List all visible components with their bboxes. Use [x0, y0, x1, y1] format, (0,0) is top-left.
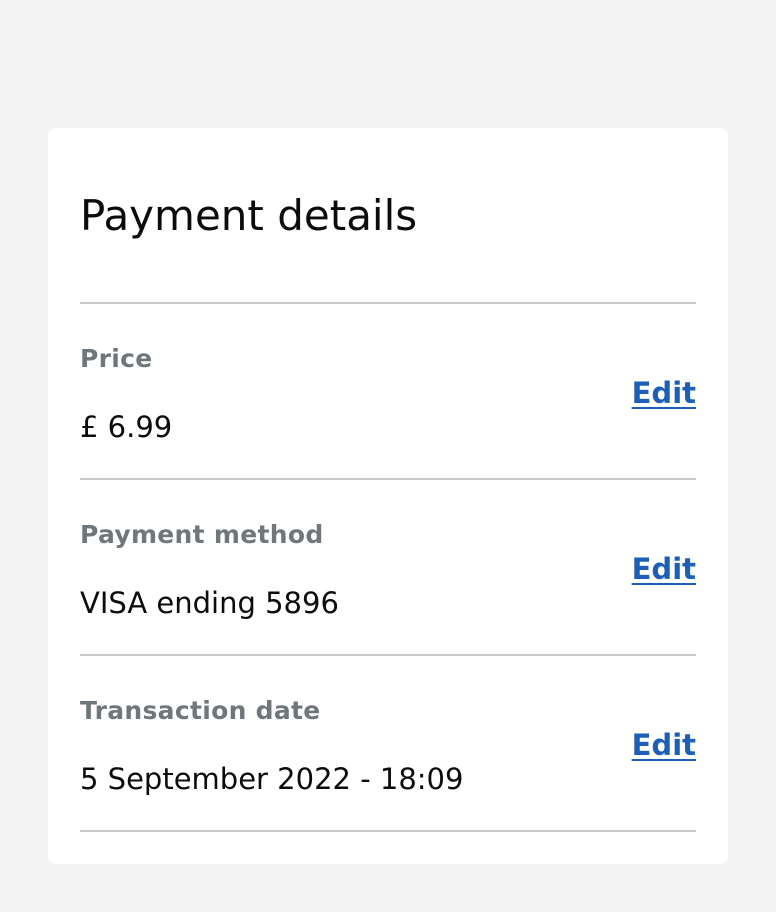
transaction-date-value: 5 September 2022 - 18:09 — [80, 762, 464, 796]
price-label: Price — [80, 344, 153, 373]
price-row: Price £ 6.99 Edit — [80, 304, 696, 480]
transaction-date-row: Transaction date 5 September 2022 - 18:0… — [80, 656, 696, 832]
payment-details-card: Payment details Price £ 6.99 Edit Paymen… — [48, 128, 728, 864]
edit-price-link[interactable]: Edit — [632, 374, 696, 412]
transaction-date-label: Transaction date — [80, 696, 321, 725]
edit-transaction-date-link[interactable]: Edit — [632, 726, 696, 764]
payment-method-value: VISA ending 5896 — [80, 586, 339, 620]
payment-method-row: Payment method VISA ending 5896 Edit — [80, 480, 696, 656]
card-title: Payment details — [80, 128, 696, 304]
price-value: £ 6.99 — [80, 410, 173, 444]
payment-method-label: Payment method — [80, 520, 324, 549]
edit-payment-method-link[interactable]: Edit — [632, 550, 696, 588]
